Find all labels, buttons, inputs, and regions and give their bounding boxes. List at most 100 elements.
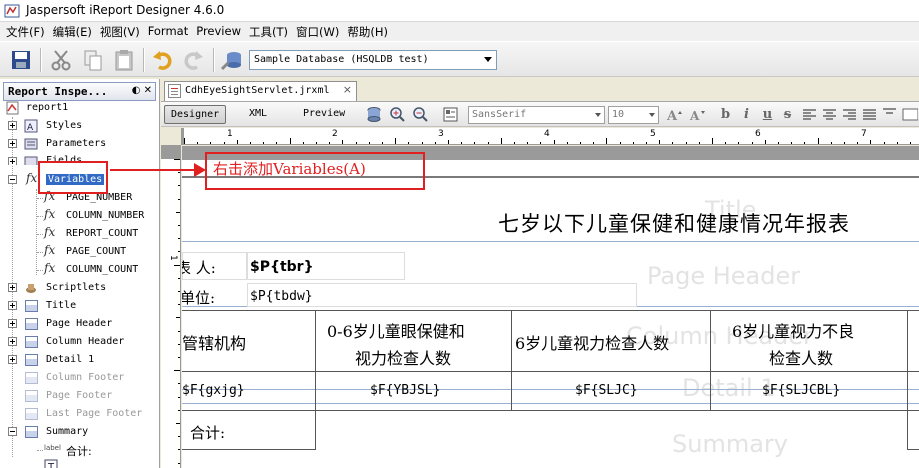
font-size-select[interactable]: 10 — [608, 106, 659, 124]
ruler-label: 6 — [755, 129, 761, 139]
strikethrough-icon[interactable]: s — [780, 107, 795, 122]
tree-item-column-count[interactable]: fx COLUMN_COUNT — [4, 261, 159, 279]
ruler-tick — [857, 142, 859, 144]
tree-item-page-count[interactable]: fx PAGE_COUNT — [4, 243, 154, 261]
redo-icon[interactable] — [180, 47, 206, 73]
detail-cell[interactable] — [907, 371, 919, 411]
preview-mode-button[interactable]: Preview — [297, 105, 351, 124]
increase-font-icon[interactable]: A — [666, 106, 683, 123]
xml-mode-button[interactable]: XML — [243, 105, 273, 124]
font-family-select[interactable]: SansSerif — [468, 106, 605, 124]
paste-icon[interactable] — [111, 47, 137, 73]
database-query-icon[interactable] — [366, 106, 383, 123]
tree-item-column-footer-band[interactable]: Column Footer — [4, 369, 154, 387]
underline-icon[interactable]: u — [760, 107, 775, 122]
tree-item-textfield[interactable]: T — [4, 457, 154, 468]
tree-root[interactable]: report1 — [4, 99, 154, 117]
expand-icon[interactable] — [8, 337, 17, 346]
column-header-1[interactable]: 管辖机构 — [182, 330, 246, 354]
align-middle-icon[interactable] — [901, 106, 918, 123]
collapse-icon[interactable] — [8, 175, 17, 184]
summary-label[interactable]: 合计: — [190, 422, 225, 443]
ruler-tick — [178, 238, 180, 240]
tree-item-scriptlets[interactable]: Scriptlets — [4, 279, 154, 297]
detail-field-4[interactable]: $F{SLJCBL} — [762, 383, 840, 398]
column-header-cell[interactable] — [907, 310, 919, 372]
copy-icon[interactable] — [80, 47, 106, 73]
zoom-in-icon[interactable] — [389, 106, 406, 123]
unit-field[interactable]: $P{tbdw} — [250, 289, 313, 304]
column-header-2-line2[interactable]: 视力检查人数 — [355, 345, 451, 369]
tree-item-parameters[interactable]: Parameters — [4, 135, 154, 153]
tree-item-summary-band[interactable]: Summary — [4, 423, 154, 441]
tree-item-page-header-band[interactable]: Page Header — [4, 315, 154, 333]
tree-item-page-footer-band[interactable]: Page Footer — [4, 387, 154, 405]
tree-guide-line — [37, 270, 43, 271]
align-justify-icon[interactable] — [861, 106, 878, 123]
align-right-icon[interactable] — [841, 106, 858, 123]
datasource-icon[interactable] — [219, 47, 245, 73]
expand-icon[interactable] — [8, 301, 17, 310]
expand-icon[interactable] — [8, 121, 17, 130]
filler-label[interactable]: 表 人: — [182, 257, 216, 278]
menu-preview[interactable]: Preview — [192, 22, 245, 41]
ruler-tick — [646, 142, 647, 144]
expand-icon[interactable] — [8, 139, 17, 148]
ruler-tick — [725, 142, 727, 144]
column-header-2-line1[interactable]: 0-6岁儿童眼保健和 — [327, 318, 465, 342]
column-header-4-line1[interactable]: 6岁儿童视力不良 — [732, 318, 854, 342]
menu-edit[interactable]: 编辑(E) — [49, 22, 96, 41]
menu-tools[interactable]: 工具(T) — [245, 22, 292, 41]
align-top-icon[interactable] — [881, 106, 898, 123]
element-formatting-icon[interactable] — [442, 106, 459, 123]
save-icon[interactable] — [8, 47, 34, 73]
tree-item-styles[interactable]: A Styles — [4, 117, 154, 135]
detail-field-1[interactable]: $F{gxjg} — [182, 383, 245, 398]
menu-format[interactable]: Format — [144, 22, 193, 41]
expand-icon[interactable] — [8, 157, 17, 165]
tree-item-column-number[interactable]: fx COLUMN_NUMBER — [4, 207, 159, 225]
tree-item-last-page-footer-band[interactable]: Last Page Footer — [4, 405, 159, 423]
close-icon[interactable]: × — [343, 83, 352, 96]
tree-item-title-band[interactable]: Title — [4, 297, 154, 315]
zoom-out-icon[interactable] — [412, 106, 429, 123]
datasource-select[interactable]: Sample Database (HSQLDB test) — [249, 50, 497, 70]
ruler-tick — [844, 142, 845, 144]
expand-icon[interactable] — [8, 319, 17, 328]
report-design-canvas[interactable]: Title Page Header Column Header Detail 1… — [182, 146, 919, 468]
menu-view[interactable]: 视图(V) — [96, 22, 144, 41]
menu-help[interactable]: 帮助(H) — [343, 22, 392, 41]
band-icon — [25, 390, 38, 402]
italic-icon[interactable]: i — [739, 107, 754, 122]
panel-window-buttons[interactable]: ◐ ✕ — [132, 85, 152, 96]
ruler-margin — [161, 145, 180, 159]
menu-file[interactable]: 文件(F) — [2, 22, 49, 41]
tree-item-report-count[interactable]: fx REPORT_COUNT — [4, 225, 154, 243]
summary-cell[interactable] — [907, 410, 919, 450]
column-header-3[interactable]: 6岁儿童视力检查人数 — [515, 330, 669, 354]
ruler-tick — [448, 140, 449, 144]
cut-icon[interactable] — [48, 47, 74, 73]
ruler-tick — [250, 142, 251, 144]
align-left-icon[interactable] — [801, 106, 818, 123]
unit-label[interactable]: 单位: — [182, 287, 215, 308]
label-element-icon: label — [44, 444, 61, 452]
decrease-font-icon[interactable]: A — [689, 106, 706, 123]
report-title-text[interactable]: 七岁以下儿童保健和健康情况年报表 — [498, 208, 850, 238]
collapse-icon[interactable] — [8, 427, 17, 436]
expand-icon[interactable] — [8, 355, 17, 364]
filler-field[interactable]: $P{tbr} — [250, 259, 314, 275]
column-header-4-line2[interactable]: 检查人数 — [769, 345, 833, 369]
detail-field-2[interactable]: $F{YBJSL} — [370, 383, 440, 398]
ruler-tick — [316, 142, 317, 144]
designer-mode-button[interactable]: Designer — [164, 105, 227, 124]
tree-item-column-header-band[interactable]: Column Header — [4, 333, 154, 351]
tab-document[interactable]: CdhEyeSightServlet.jrxml × — [164, 81, 357, 101]
align-center-icon[interactable] — [821, 106, 838, 123]
bold-icon[interactable]: b — [718, 107, 733, 122]
tree-item-detail-band[interactable]: Detail 1 — [4, 351, 154, 369]
detail-field-3[interactable]: $F{SLJC} — [575, 383, 638, 398]
undo-icon[interactable] — [150, 47, 176, 73]
expand-icon[interactable] — [8, 283, 17, 292]
menu-window[interactable]: 窗口(W) — [292, 22, 343, 41]
